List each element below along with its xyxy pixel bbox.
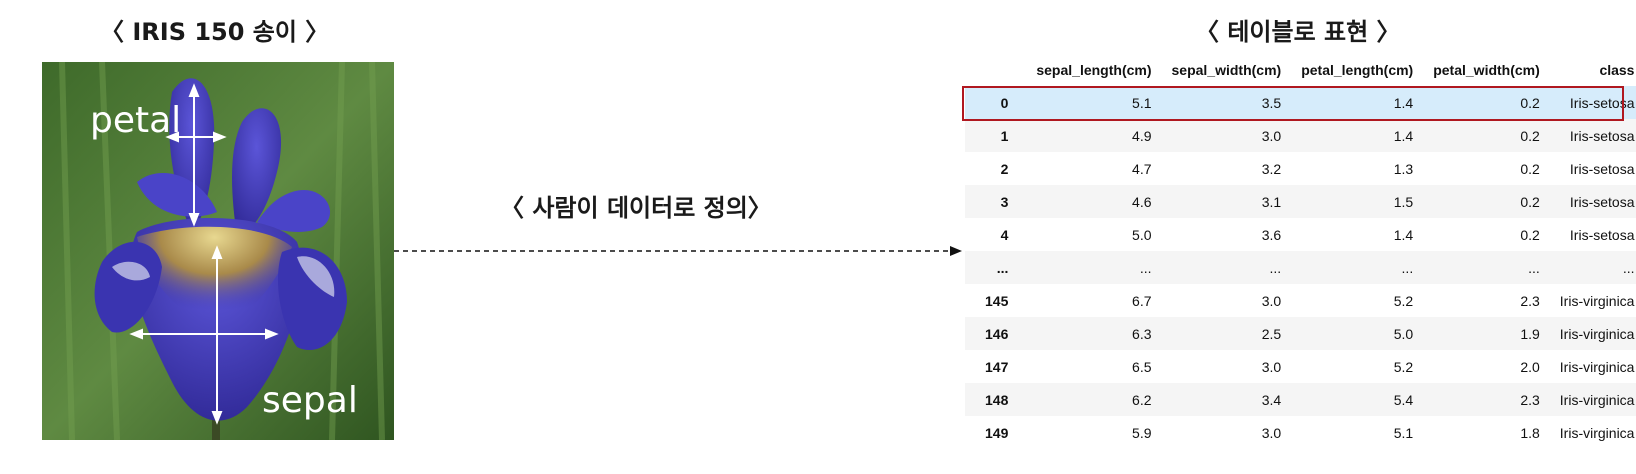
table-cell: 4.9 <box>1132 127 1152 144</box>
row-index-cell: 3 <box>1000 193 1009 210</box>
table-cell: Iris-virginica <box>1559 358 1635 375</box>
table-cell: 1.9 <box>1520 325 1540 342</box>
table-cell: Iris-setosa <box>1569 193 1635 210</box>
column-header-petal-width: petal_width(cm) <box>1433 62 1540 78</box>
table-cell: 0.2 <box>1520 226 1540 243</box>
table-cell: 5.0 <box>1393 325 1414 342</box>
row-index-cell: 146 <box>985 325 1009 342</box>
row-index-cell: 147 <box>985 358 1009 375</box>
table-cell: 3.1 <box>1261 193 1282 210</box>
row-index-cell: 145 <box>985 292 1009 309</box>
table-cell: 2.3 <box>1520 391 1540 408</box>
table-cell: 3.6 <box>1261 226 1282 243</box>
table-cell: 5.2 <box>1393 358 1414 375</box>
table-cell: 6.5 <box>1132 358 1152 375</box>
table-cell: 3.2 <box>1261 160 1282 177</box>
table-cell: 3.0 <box>1261 424 1282 441</box>
definition-caption: 〈 사람이 데이터로 정의〉 <box>500 194 772 222</box>
table-cell: 0.2 <box>1520 193 1540 210</box>
row-index-cell: 1 <box>1000 127 1009 144</box>
table-cell: 2.5 <box>1261 325 1282 342</box>
table-cell: ... <box>1622 259 1635 276</box>
table-cell: 0.2 <box>1520 160 1540 177</box>
table-cell: 6.2 <box>1132 391 1152 408</box>
iris-flower-photo: petal sepal <box>42 62 394 440</box>
table-row: .................. <box>965 251 1636 284</box>
table-cell: 3.5 <box>1261 94 1282 111</box>
table-cell: 6.3 <box>1132 325 1152 342</box>
table-cell: Iris-setosa <box>1569 127 1635 144</box>
table-header-row: sepal_length(cm) sepal_width(cm) petal_l… <box>965 54 1636 86</box>
iris-data-table: sepal_length(cm) sepal_width(cm) petal_l… <box>965 54 1636 449</box>
table-cell: 4.6 <box>1132 193 1152 210</box>
table-cell: 5.4 <box>1393 391 1414 408</box>
row-index-cell: 0 <box>1000 94 1009 111</box>
table-cell: 3.0 <box>1261 358 1282 375</box>
petal-label: petal <box>90 100 182 141</box>
table-title: 〈 테이블로 표현 〉 <box>1195 18 1401 46</box>
table-cell: Iris-virginica <box>1559 292 1635 309</box>
table-cell: 1.4 <box>1393 127 1414 144</box>
table-cell: ... <box>1139 259 1152 276</box>
table-cell: 3.0 <box>1261 127 1282 144</box>
row-index-cell: 4 <box>1000 226 1009 243</box>
table-cell: 2.0 <box>1520 358 1540 375</box>
dashed-arrow <box>394 246 962 256</box>
column-header-class: class <box>1599 62 1635 78</box>
table-cell: 6.7 <box>1132 292 1152 309</box>
table-cell: ... <box>1269 259 1282 276</box>
table-cell: ... <box>1401 259 1414 276</box>
table-cell: 4.7 <box>1132 160 1152 177</box>
table-cell: Iris-setosa <box>1569 94 1635 111</box>
row-index-cell: ... <box>996 259 1009 276</box>
table-cell: 1.4 <box>1393 226 1414 243</box>
table-cell: ... <box>1528 259 1540 276</box>
row-index-cell: 148 <box>985 391 1009 408</box>
table-row: 2 4.7 3.2 1.3 0.2 Iris-setosa <box>965 152 1636 185</box>
table-row: 145 6.7 3.0 5.2 2.3 Iris-virginica <box>965 284 1636 317</box>
table-cell: 0.2 <box>1520 94 1540 111</box>
table-row: 4 5.0 3.6 1.4 0.2 Iris-setosa <box>965 218 1636 251</box>
table-cell: Iris-virginica <box>1559 424 1635 441</box>
table-row: 1 4.9 3.0 1.4 0.2 Iris-setosa <box>965 119 1636 152</box>
column-header-petal-length: petal_length(cm) <box>1301 62 1414 78</box>
table-cell: 1.4 <box>1393 94 1414 111</box>
table-cell: 5.1 <box>1132 94 1152 111</box>
table-cell: 1.5 <box>1393 193 1414 210</box>
column-header-sepal-length: sepal_length(cm) <box>1036 62 1152 78</box>
table-cell: 3.0 <box>1261 292 1282 309</box>
table-cell: 1.3 <box>1393 160 1414 177</box>
row-index-cell: 149 <box>985 424 1009 441</box>
table-cell: Iris-setosa <box>1569 226 1635 243</box>
table-row: 147 6.5 3.0 5.2 2.0 Iris-virginica <box>965 350 1636 383</box>
table-row: 148 6.2 3.4 5.4 2.3 Iris-virginica <box>965 383 1636 416</box>
table-cell: 0.2 <box>1520 127 1540 144</box>
table-cell: Iris-virginica <box>1559 325 1635 342</box>
row-index-cell: 2 <box>1000 160 1009 177</box>
column-header-sepal-width: sepal_width(cm) <box>1171 62 1282 78</box>
table-cell: 2.3 <box>1520 292 1540 309</box>
table-cell: 5.9 <box>1132 424 1152 441</box>
table-row: 146 6.3 2.5 5.0 1.9 Iris-virginica <box>965 317 1636 350</box>
table-cell: 5.0 <box>1132 226 1152 243</box>
table-cell: 5.2 <box>1393 292 1414 309</box>
table-row: 3 4.6 3.1 1.5 0.2 Iris-setosa <box>965 185 1636 218</box>
sepal-label: sepal <box>262 380 358 421</box>
table-row: 149 5.9 3.0 5.1 1.8 Iris-virginica <box>965 416 1636 449</box>
table-cell: 1.8 <box>1520 424 1540 441</box>
table-cell: Iris-setosa <box>1569 160 1635 177</box>
table-row: 0 5.1 3.5 1.4 0.2 Iris-setosa <box>965 86 1636 119</box>
column-header-index <box>965 54 1026 86</box>
iris-photo-title: 〈 IRIS 150 송이 〉 <box>100 18 330 46</box>
table-cell: 3.4 <box>1261 391 1282 408</box>
table-cell: Iris-virginica <box>1559 391 1635 408</box>
table-cell: 5.1 <box>1393 424 1414 441</box>
